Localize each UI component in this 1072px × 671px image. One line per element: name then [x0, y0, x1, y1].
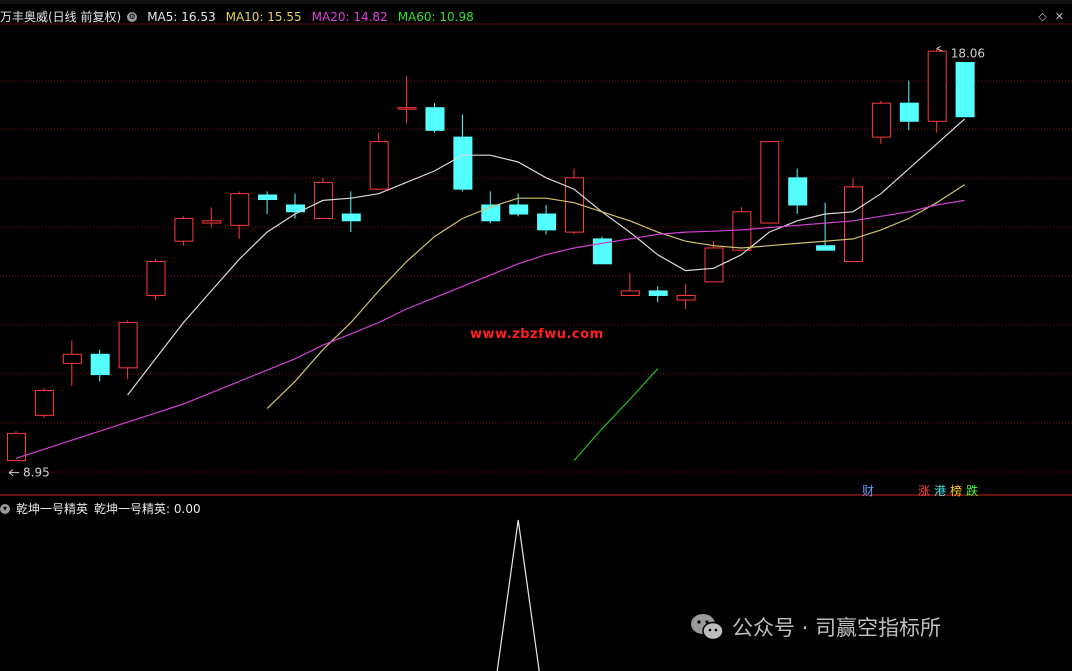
candle — [313, 177, 333, 220]
candle — [230, 191, 250, 239]
candle-body — [202, 220, 222, 224]
candle-body — [369, 141, 389, 190]
candle — [62, 340, 82, 386]
settings-circle-icon[interactable]: ⚙ — [127, 11, 138, 22]
candle — [286, 193, 305, 219]
candle — [704, 241, 724, 283]
candle-body — [955, 61, 975, 118]
ma5-line — [127, 118, 965, 396]
candle-body — [844, 186, 863, 263]
ma60-line — [573, 368, 659, 461]
candle — [509, 193, 529, 217]
close-icon[interactable]: ✕ — [1055, 10, 1064, 23]
wechat-watermark: 公众号 · 司赢空指标所 — [690, 612, 941, 642]
high-price-label: 18.06 — [951, 46, 985, 60]
candle — [258, 191, 278, 215]
wechat-icon — [691, 614, 724, 641]
indicator-value: 乾坤一号精英: 0.00 — [94, 502, 201, 516]
candle-body — [118, 322, 138, 369]
candle — [202, 207, 222, 228]
indicator-name[interactable]: 乾坤一号精英 — [16, 500, 88, 517]
indicator-settings-icon[interactable]: ▾ — [0, 503, 10, 514]
candle-body — [258, 194, 278, 201]
candle — [760, 141, 780, 224]
ma5-label: MA5: 16.53 — [147, 9, 216, 24]
chart-header: 万丰奥威(日线 前复权) ⚙ MA5: 16.53 MA10: 15.55 MA… — [0, 8, 474, 25]
candle — [732, 207, 752, 251]
diamond-icon[interactable]: ◇ — [1038, 10, 1046, 23]
indicator-spike — [496, 519, 540, 671]
indicator-header: ▾ 乾坤一号精英 乾坤一号精英: 0.00 — [0, 500, 201, 517]
candle — [955, 61, 975, 118]
candle — [369, 132, 389, 190]
candle — [397, 76, 417, 124]
candle — [453, 114, 473, 192]
ma10-label: MA10: 15.55 — [225, 9, 302, 24]
candle-body — [871, 102, 891, 138]
candle — [146, 259, 166, 300]
hk-badge[interactable]: 港 — [934, 482, 946, 499]
candle-body — [732, 211, 752, 251]
candle — [927, 48, 947, 133]
panel-controls: ◇ ✕ — [1038, 10, 1064, 23]
candle-body — [397, 107, 417, 110]
limit-down-badge[interactable]: 跌 — [966, 482, 978, 499]
stock-title[interactable]: 万丰奥威(日线 前复权) — [0, 8, 121, 25]
candle-body — [509, 204, 529, 215]
candle — [816, 202, 836, 251]
candle-body — [927, 50, 947, 122]
candle — [537, 204, 557, 235]
candle-body — [90, 353, 110, 376]
candle-body — [34, 389, 54, 416]
candle-body — [899, 102, 919, 122]
low-arrow — [8, 469, 19, 476]
candle-body — [230, 193, 250, 226]
candle — [648, 286, 668, 303]
candle-body — [341, 213, 361, 222]
candle-body — [788, 177, 808, 206]
candle — [592, 236, 612, 265]
candle — [788, 168, 808, 215]
candle — [899, 80, 919, 131]
candle-body — [425, 107, 445, 131]
candle-body — [174, 218, 194, 242]
ma20-label: MA20: 14.82 — [311, 9, 388, 24]
ma60-label: MA60: 10.98 — [397, 9, 474, 24]
candle-body — [648, 290, 668, 296]
candle — [676, 284, 696, 310]
candle-body — [816, 245, 836, 251]
candle-body — [453, 136, 473, 190]
candle — [174, 216, 194, 246]
info-badges: 财 涨 港 榜 跌 — [862, 482, 978, 499]
candle-body — [676, 294, 696, 301]
candle-body — [537, 213, 557, 231]
limit-up-badge[interactable]: 涨 — [918, 482, 930, 499]
candle-body — [620, 290, 640, 296]
rank-badge[interactable]: 榜 — [950, 482, 962, 499]
candle — [34, 388, 54, 418]
candle-body — [62, 353, 82, 364]
candle-body — [146, 261, 166, 296]
candle-body — [760, 141, 780, 224]
candle — [425, 103, 445, 133]
candle — [871, 100, 891, 144]
low-price-label: 8.95 — [23, 466, 50, 480]
candle — [118, 320, 138, 380]
candle — [90, 349, 110, 382]
wechat-account-text: 公众号 · 司赢空指标所 — [732, 616, 942, 640]
watermark-text: www.zbzfwu.com — [470, 327, 604, 342]
finance-badge[interactable]: 财 — [862, 482, 874, 499]
